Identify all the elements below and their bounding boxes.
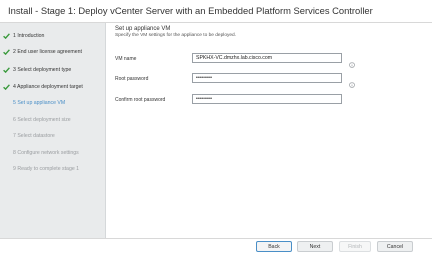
step-license-agreement[interactable]: 2 End user license agreement (0, 46, 105, 58)
step-label: 2 End user license agreement (13, 49, 82, 55)
step-label: 3 Select deployment type (13, 67, 72, 73)
checkmark-icon (2, 47, 11, 57)
step-ready-to-complete: 9 Ready to complete stage 1 (0, 163, 105, 175)
checkmark-icon (2, 31, 11, 41)
step-deployment-size: 6 Select deployment size (0, 114, 105, 126)
step-datastore: 7 Select datastore (0, 130, 105, 142)
info-icon[interactable] (349, 55, 355, 68)
checkmark-icon (2, 65, 11, 75)
section-header: Set up appliance VM Specify the VM setti… (115, 26, 236, 38)
vm-name-input[interactable] (192, 53, 342, 63)
step-deployment-type[interactable]: 3 Select deployment type (0, 64, 105, 76)
step-label: 9 Ready to complete stage 1 (13, 166, 80, 172)
cancel-button[interactable]: Cancel (377, 241, 413, 252)
wizard-steps-sidebar: 1 Introduction 2 End user license agreem… (0, 23, 106, 238)
root-password-input[interactable] (192, 73, 342, 83)
window-title: Install - Stage 1: Deploy vCenter Server… (8, 5, 373, 16)
step-label: 6 Select deployment size (13, 117, 71, 123)
finish-button: Finish (339, 241, 371, 252)
step-setup-vm[interactable]: 5 Set up appliance VM (0, 97, 105, 109)
info-icon[interactable] (349, 75, 355, 88)
confirm-password-label: Confirm root password (115, 97, 166, 103)
step-label: 4 Appliance deployment target (13, 84, 83, 90)
confirm-password-input[interactable] (192, 94, 342, 104)
step-network-settings: 8 Configure network settings (0, 147, 105, 159)
next-button[interactable]: Next (297, 241, 333, 252)
step-deployment-target[interactable]: 4 Appliance deployment target (0, 81, 105, 93)
root-password-label: Root password (115, 76, 149, 82)
back-button[interactable]: Back (256, 241, 292, 252)
checkmark-icon (2, 82, 11, 92)
step-label: 8 Configure network settings (13, 150, 79, 156)
step-label: 7 Select datastore (13, 133, 55, 139)
step-label: 5 Set up appliance VM (13, 100, 66, 106)
step-introduction[interactable]: 1 Introduction (0, 30, 105, 42)
section-title: Set up appliance VM (115, 26, 171, 32)
step-label: 1 Introduction (13, 33, 45, 39)
vm-name-label: VM name (115, 56, 137, 62)
section-subtitle: Specify the VM settings for the applianc… (115, 33, 237, 38)
